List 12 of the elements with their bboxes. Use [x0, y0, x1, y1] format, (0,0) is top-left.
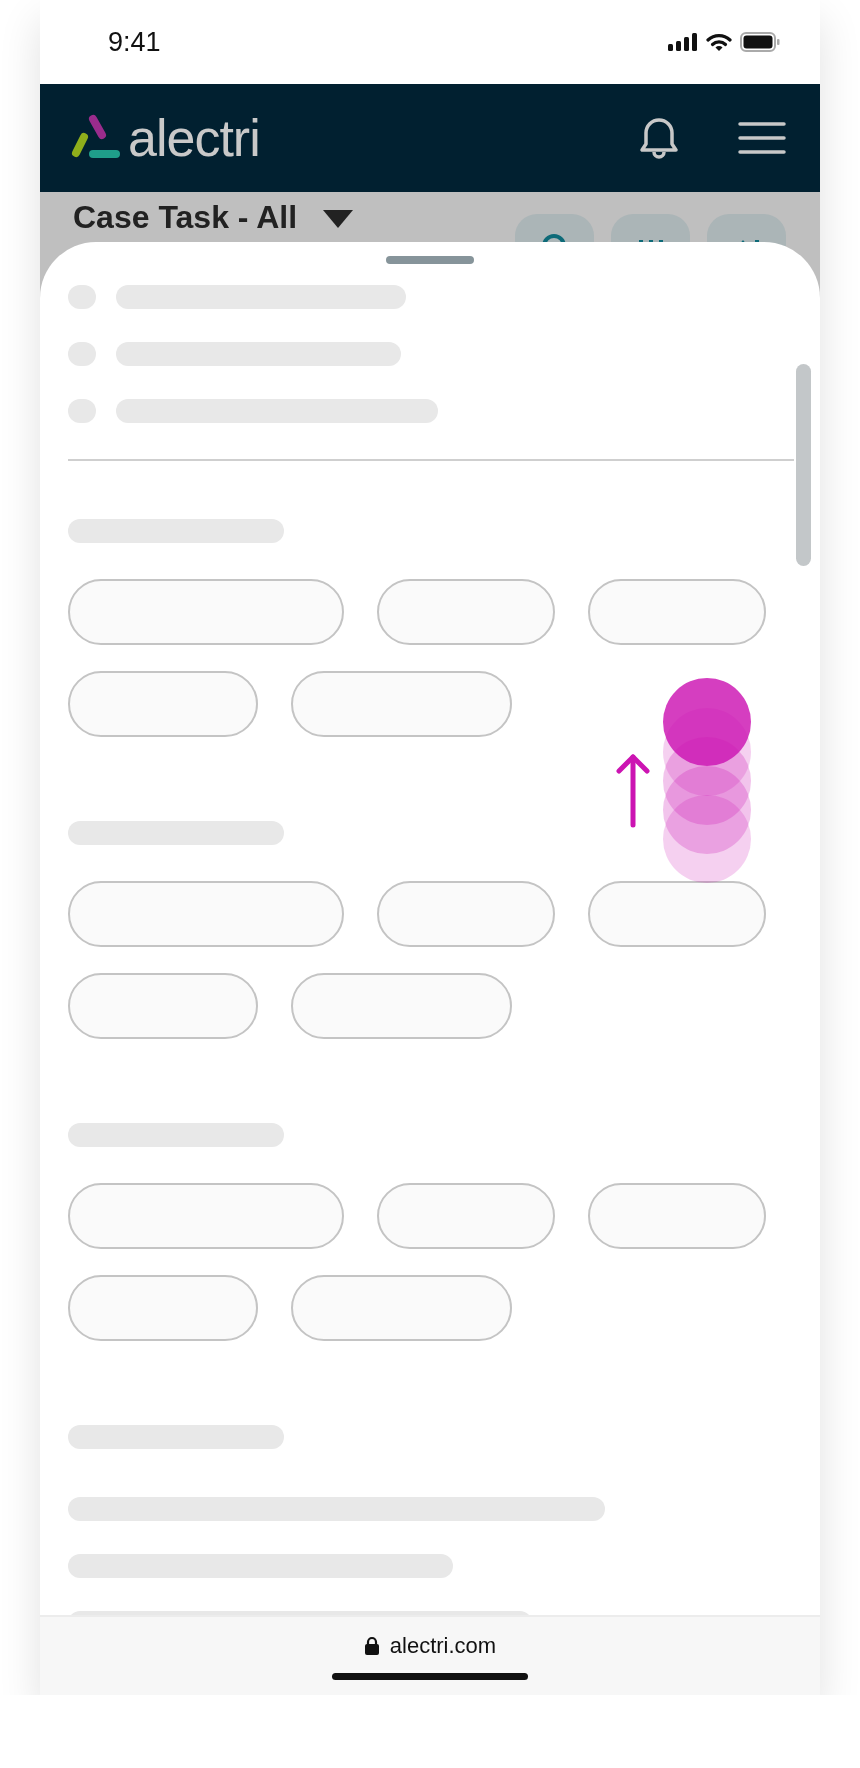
sheet-handle[interactable] [386, 256, 474, 264]
battery-icon [740, 32, 780, 52]
logo-text: alectri [128, 108, 260, 168]
scrollbar[interactable] [796, 364, 811, 566]
status-time: 9:41 [108, 26, 161, 58]
lock-icon [363, 1636, 380, 1656]
caret-icon[interactable] [323, 210, 354, 228]
signal-icon [668, 33, 698, 51]
url-text[interactable]: alectri.com [389, 1633, 497, 1659]
page-title: Case Task - All [73, 198, 298, 236]
menu-icon[interactable] [738, 120, 786, 156]
wifi-icon [706, 32, 732, 52]
